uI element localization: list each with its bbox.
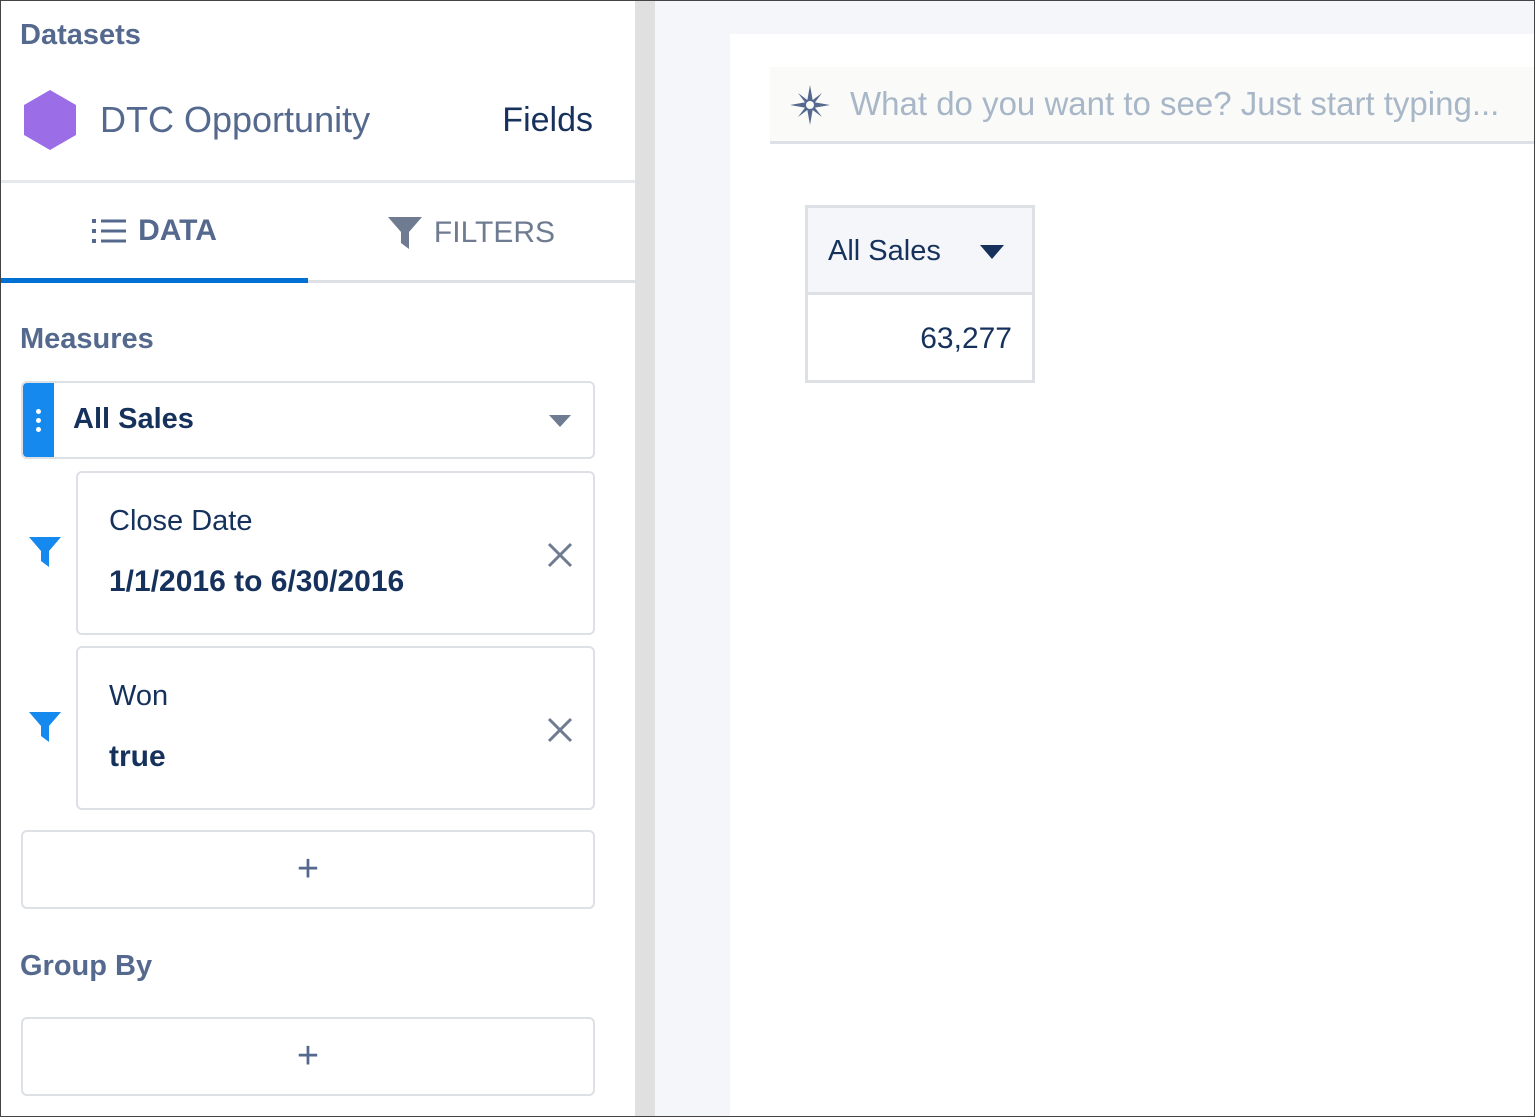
list-icon — [92, 218, 127, 243]
explorer-window: Datasets DTC Opportunity Fields DATA FIL… — [0, 0, 1535, 1117]
measure-pill[interactable]: All Sales — [21, 381, 595, 459]
tab-filters[interactable]: FILTERS — [308, 183, 635, 283]
panel-splitter[interactable] — [635, 1, 655, 1116]
measure-label: All Sales — [73, 403, 194, 435]
close-icon[interactable] — [547, 717, 573, 743]
column-header-label: All Sales — [828, 235, 941, 267]
funnel-icon — [29, 537, 61, 567]
chevron-down-icon[interactable] — [549, 415, 571, 427]
query-bar — [770, 67, 1534, 144]
sparkle-icon — [790, 85, 830, 125]
funnel-icon — [29, 712, 61, 742]
drag-handle[interactable] — [23, 383, 54, 457]
filter-value: true — [109, 740, 166, 773]
query-builder-panel: Datasets DTC Opportunity Fields DATA FIL… — [1, 1, 635, 1116]
panel-tabs: DATA FILTERS — [1, 183, 635, 283]
dataset-name: DTC Opportunity — [100, 99, 371, 140]
filter-card-close-date[interactable]: Close Date 1/1/2016 to 6/30/2016 — [76, 471, 595, 635]
close-icon[interactable] — [547, 542, 573, 568]
tab-filters-label: FILTERS — [433, 216, 556, 249]
column-header[interactable]: All Sales — [808, 208, 1032, 295]
datasets-heading: Datasets — [20, 19, 141, 51]
fields-link[interactable]: Fields — [502, 101, 593, 140]
filter-value: 1/1/2016 to 6/30/2016 — [109, 565, 405, 598]
filter-field: Close Date — [109, 505, 253, 537]
tab-data-label: DATA — [138, 213, 217, 247]
hexagon-icon — [24, 90, 76, 150]
chart-canvas — [730, 34, 1534, 1116]
add-group-button[interactable]: + — [21, 1017, 595, 1096]
group-by-heading: Group By — [20, 950, 153, 982]
results-table: All Sales 63,277 — [805, 205, 1035, 383]
funnel-icon — [387, 217, 422, 249]
query-input[interactable] — [850, 77, 1530, 131]
measures-heading: Measures — [20, 323, 154, 355]
result-value: 63,277 — [920, 322, 1012, 355]
dataset-row: DTC Opportunity Fields — [1, 81, 635, 161]
filter-field: Won — [109, 680, 169, 712]
tab-data[interactable]: DATA — [1, 183, 308, 283]
add-measure-button[interactable]: + — [21, 830, 595, 909]
caret-down-icon[interactable] — [980, 245, 1004, 259]
filter-card-won[interactable]: Won true — [76, 646, 595, 810]
